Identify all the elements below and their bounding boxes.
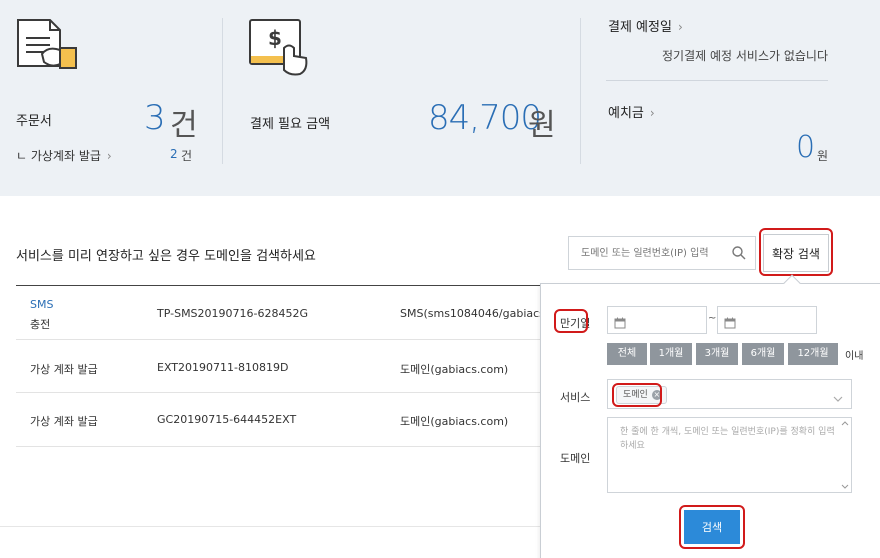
within-label: 이내 — [845, 351, 864, 362]
orders-unit: 건 — [170, 108, 198, 143]
dollar-card-hand-icon: $ — [248, 18, 312, 78]
period-3month-button[interactable]: 3개월 — [696, 343, 738, 365]
deposit-link[interactable]: 예치금 › — [608, 102, 655, 121]
virtual-account-count[interactable]: 2 — [170, 147, 178, 161]
scheduled-message: 정기결제 예정 서비스가 없습니다 — [662, 49, 829, 63]
domain-search-box[interactable] — [568, 236, 756, 270]
chevron-down-icon[interactable] — [833, 389, 843, 402]
row-type: 충전 — [30, 318, 51, 331]
row-type-link[interactable]: SMS — [30, 298, 53, 311]
row-order-id: EXT20190711-810819D — [157, 361, 289, 374]
highlight-expiry-label — [554, 309, 588, 333]
virtual-account-label: ㄴ 가상계좌 발급 — [16, 149, 101, 163]
scheduled-link[interactable]: 결제 예정일 › — [608, 16, 683, 35]
scheduled-label: 결제 예정일 — [608, 20, 672, 35]
domain-search-input[interactable] — [569, 237, 729, 269]
row-order-id: GC20190715-644452EXT — [157, 413, 297, 426]
domain-label: 도메인 — [560, 452, 591, 465]
textarea-scrollbar[interactable] — [839, 418, 851, 492]
highlight-advanced-search — [759, 228, 833, 276]
end-date-input[interactable] — [717, 306, 817, 334]
document-hand-icon — [14, 18, 80, 74]
start-date-input[interactable] — [607, 306, 707, 334]
virtual-account-link[interactable]: ㄴ 가상계좌 발급 › — [16, 147, 112, 164]
row-type: 가상 계좌 발급 — [30, 363, 98, 376]
orders-count[interactable]: 3 — [144, 98, 166, 138]
section-bottom-border — [0, 526, 540, 527]
payment-unit: 원 — [528, 108, 556, 143]
summary-divider — [222, 18, 223, 164]
deposit-label: 예치금 — [608, 106, 644, 121]
summary-panel: 주문서 3 건 ㄴ 가상계좌 발급 › 2 건 $ 결제 필요 금액 84,700… — [0, 0, 880, 196]
domain-textarea[interactable]: 한 줄에 한 개씩, 도메인 또는 일련번호(IP)를 정확히 입력하세요 — [607, 417, 852, 493]
chevron-right-icon: › — [106, 149, 112, 163]
orders-label: 주문서 — [16, 114, 52, 129]
row-divider — [16, 339, 546, 340]
period-all-button[interactable]: 전체 — [607, 343, 647, 365]
chevron-right-icon: › — [649, 106, 655, 120]
period-1month-button[interactable]: 1개월 — [650, 343, 692, 365]
row-divider — [16, 446, 546, 447]
period-12month-button[interactable]: 12개월 — [788, 343, 838, 365]
calendar-icon[interactable] — [614, 314, 626, 329]
table-top-border — [16, 285, 546, 286]
date-range-separator: ~ — [708, 313, 717, 324]
virtual-account-unit: 건 — [181, 149, 193, 163]
highlight-search-button — [679, 505, 745, 549]
calendar-icon[interactable] — [724, 314, 736, 329]
deposit-amount: 0 — [796, 130, 815, 165]
row-service: 도메인(gabiacs.com) — [400, 415, 509, 428]
search-icon[interactable] — [731, 245, 747, 261]
row-type: 가상 계좌 발급 — [30, 415, 98, 428]
payment-amount: 84,700 — [428, 98, 542, 138]
row-service: 도메인(gabiacs.com) — [400, 363, 509, 376]
highlight-service-tag — [612, 383, 662, 407]
period-6month-button[interactable]: 6개월 — [742, 343, 784, 365]
summary-divider-2 — [580, 18, 581, 164]
payment-label: 결제 필요 금액 — [250, 117, 331, 132]
domain-textarea-placeholder: 한 줄에 한 개씩, 도메인 또는 일련번호(IP)를 정확히 입력하세요 — [620, 427, 835, 451]
deposit-unit: 원 — [817, 149, 829, 163]
chevron-right-icon: › — [677, 20, 683, 34]
svg-text:$: $ — [268, 26, 282, 50]
row-order-id: TP-SMS20190716-628452G — [157, 307, 309, 320]
scheduled-divider — [606, 80, 828, 81]
service-label: 서비스 — [560, 391, 591, 404]
row-divider — [16, 392, 546, 393]
search-prompt: 서비스를 미리 연장하고 싶은 경우 도메인을 검색하세요 — [16, 249, 316, 264]
